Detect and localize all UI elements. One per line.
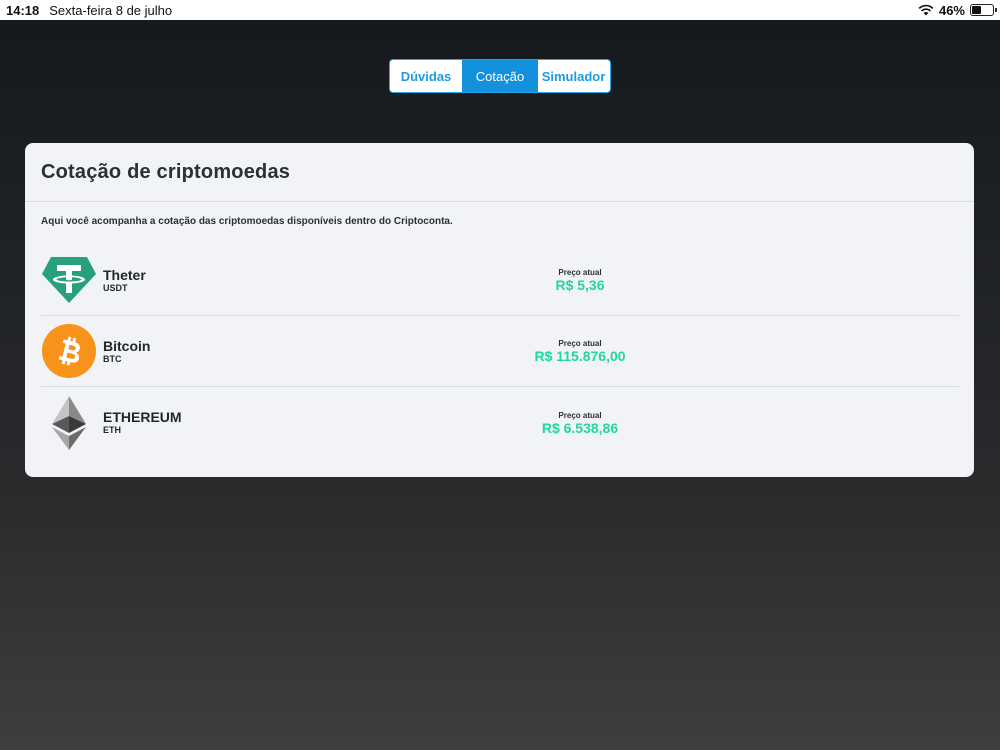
ethereum-icon: [41, 395, 97, 451]
price-box: Preço atual R$ 115.876,00: [495, 339, 665, 363]
coin-name: Theter: [103, 266, 146, 283]
status-date: Sexta-feira 8 de julho: [49, 2, 173, 18]
wifi-icon: [918, 4, 934, 16]
coin-names: Theter USDT: [103, 267, 303, 294]
tab-simulador[interactable]: Simulador: [538, 60, 609, 92]
card-description: Aqui você acompanha a cotação das cripto…: [41, 216, 453, 227]
tab-cotacao[interactable]: Cotação: [462, 60, 538, 92]
price-value: R$ 6.538,86: [541, 419, 619, 436]
status-right: 46%: [918, 2, 997, 18]
battery-icon: [970, 4, 997, 16]
card-title: Cotação de criptomoedas: [41, 160, 291, 183]
price-value: R$ 5,36: [555, 277, 605, 293]
quotes-card: Cotação de criptomoedas Aqui você acompa…: [25, 143, 974, 477]
coin-row-ethereum: ETHEREUM ETH Preço atual R$ 6.538,86: [41, 387, 959, 458]
coin-symbol: USDT: [103, 282, 128, 293]
price-box: Preço atual R$ 6.538,86: [495, 411, 665, 435]
segmented-tabs: Dúvidas Cotação Simulador: [389, 59, 611, 93]
bitcoin-icon: [41, 323, 97, 379]
status-time: 14:18: [6, 2, 40, 18]
status-bar: 14:18 Sexta-feira 8 de julho 46%: [0, 0, 1000, 20]
battery-percent: 46%: [938, 2, 965, 18]
battery-fill: [972, 6, 982, 14]
card-header: Cotação de criptomoedas: [25, 143, 974, 202]
price-box: Preço atual R$ 5,36: [495, 268, 665, 292]
coin-row-tether: Theter USDT Preço atual R$ 5,36: [41, 245, 959, 316]
coin-names: ETHEREUM ETH: [103, 409, 303, 436]
coin-names: Bitcoin BTC: [103, 338, 303, 365]
tether-icon: [41, 252, 97, 308]
tab-duvidas[interactable]: Dúvidas: [390, 60, 462, 92]
coin-row-bitcoin: Bitcoin BTC Preço atual R$ 115.876,00: [41, 316, 959, 387]
coin-name: Bitcoin: [103, 337, 151, 354]
coin-symbol: BTC: [103, 353, 122, 364]
price-value: R$ 115.876,00: [534, 348, 626, 364]
coin-name: ETHEREUM: [103, 409, 182, 425]
coin-symbol: ETH: [103, 425, 121, 435]
